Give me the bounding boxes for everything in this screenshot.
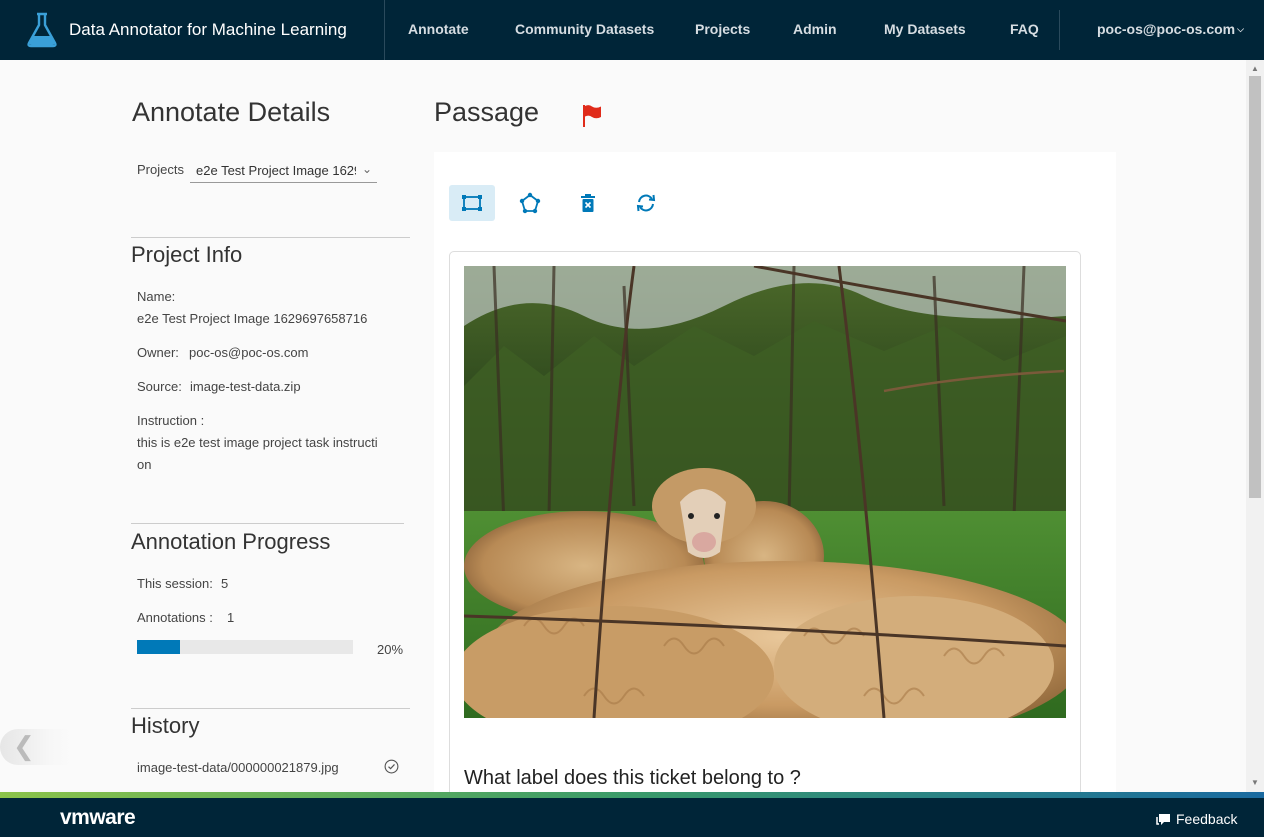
feedback-icon — [1156, 813, 1170, 825]
sheep-photo[interactable] — [464, 266, 1066, 718]
source-label: Source: — [137, 379, 182, 394]
project-select-value: e2e Test Project Image 1629697658716 — [196, 163, 356, 178]
rectangle-tool-button[interactable] — [449, 185, 495, 221]
refresh-icon — [636, 194, 656, 212]
scroll-thumb[interactable] — [1249, 76, 1261, 498]
user-email: poc-os@poc-os.com — [1097, 21, 1236, 37]
name-value: e2e Test Project Image 1629697658716 — [137, 311, 368, 326]
progress-bar — [137, 640, 353, 654]
feedback-label: Feedback — [1176, 811, 1238, 827]
progress-fill — [137, 640, 181, 654]
chevron-left-icon: ❮ — [13, 732, 35, 762]
nav-divider — [1059, 10, 1060, 50]
top-header: Data Annotator for Machine Learning Anno… — [0, 0, 1264, 60]
divider — [131, 237, 410, 238]
instruction-label: Instruction : — [137, 413, 205, 428]
project-select[interactable]: e2e Test Project Image 1629697658716 ⌄ — [190, 160, 377, 183]
divider — [131, 523, 404, 524]
question-text: What label does this ticket belong to ? — [464, 767, 801, 789]
vmware-logo: vmware — [60, 806, 136, 829]
nav-annotate[interactable]: Annotate — [408, 21, 469, 37]
history-item[interactable]: image-test-data/000000021879.jpg — [137, 760, 339, 775]
page-scrollbar[interactable]: ▲ ▼ — [1246, 60, 1264, 792]
project-info-heading: Project Info — [131, 242, 243, 267]
delete-button[interactable] — [565, 185, 611, 221]
annotations-label: Annotations : — [137, 610, 213, 625]
nav-community-datasets[interactable]: Community Datasets — [515, 21, 654, 37]
nav-my-datasets[interactable]: My Datasets — [884, 21, 966, 37]
scroll-down-icon[interactable]: ▼ — [1251, 778, 1259, 787]
progress-percent: 20% — [377, 642, 404, 657]
owner-value: poc-os@poc-os.com — [189, 345, 309, 360]
check-circle-icon — [384, 759, 399, 774]
nav-admin[interactable]: Admin — [793, 21, 837, 37]
polygon-tool-button[interactable] — [507, 185, 553, 221]
annotations-value: 1 — [227, 610, 235, 625]
owner-label: Owner: — [137, 345, 179, 360]
flask-logo-icon — [27, 12, 57, 48]
refresh-button[interactable] — [623, 185, 669, 221]
user-menu[interactable]: poc-os@poc-os.com ⌵ — [1097, 21, 1244, 37]
passage-title: Passage — [434, 97, 540, 127]
session-value: 5 — [221, 576, 229, 591]
source-value: image-test-data.zip — [190, 379, 301, 394]
projects-label: Projects — [137, 162, 184, 177]
polygon-tool-icon — [519, 192, 541, 214]
divider — [131, 708, 410, 709]
footer: vmware Feedback — [0, 798, 1264, 837]
annotate-details-title: Annotate Details — [132, 97, 331, 127]
brand[interactable]: Data Annotator for Machine Learning — [0, 0, 385, 60]
rectangle-tool-icon — [462, 195, 482, 211]
annotation-progress-heading: Annotation Progress — [131, 529, 331, 554]
flag-icon[interactable] — [582, 104, 602, 128]
chevron-down-icon: ⌄ — [361, 162, 372, 176]
name-label: Name: — [137, 289, 176, 304]
collapse-panel-button[interactable]: ❮ — [0, 729, 72, 765]
session-label: This session: — [137, 576, 213, 591]
instruction-line-2: on — [137, 457, 152, 472]
scroll-up-icon[interactable]: ▲ — [1251, 64, 1259, 73]
delete-icon — [581, 194, 595, 212]
nav-projects[interactable]: Projects — [695, 21, 750, 37]
nav-faq[interactable]: FAQ — [1010, 21, 1039, 37]
app-title: Data Annotator for Machine Learning — [69, 20, 347, 39]
chevron-down-icon: ⌵ — [1237, 24, 1244, 34]
history-heading: History — [131, 713, 200, 738]
feedback-button[interactable]: Feedback — [1156, 811, 1237, 827]
instruction-line-1: this is e2e test image project task inst… — [137, 435, 378, 450]
